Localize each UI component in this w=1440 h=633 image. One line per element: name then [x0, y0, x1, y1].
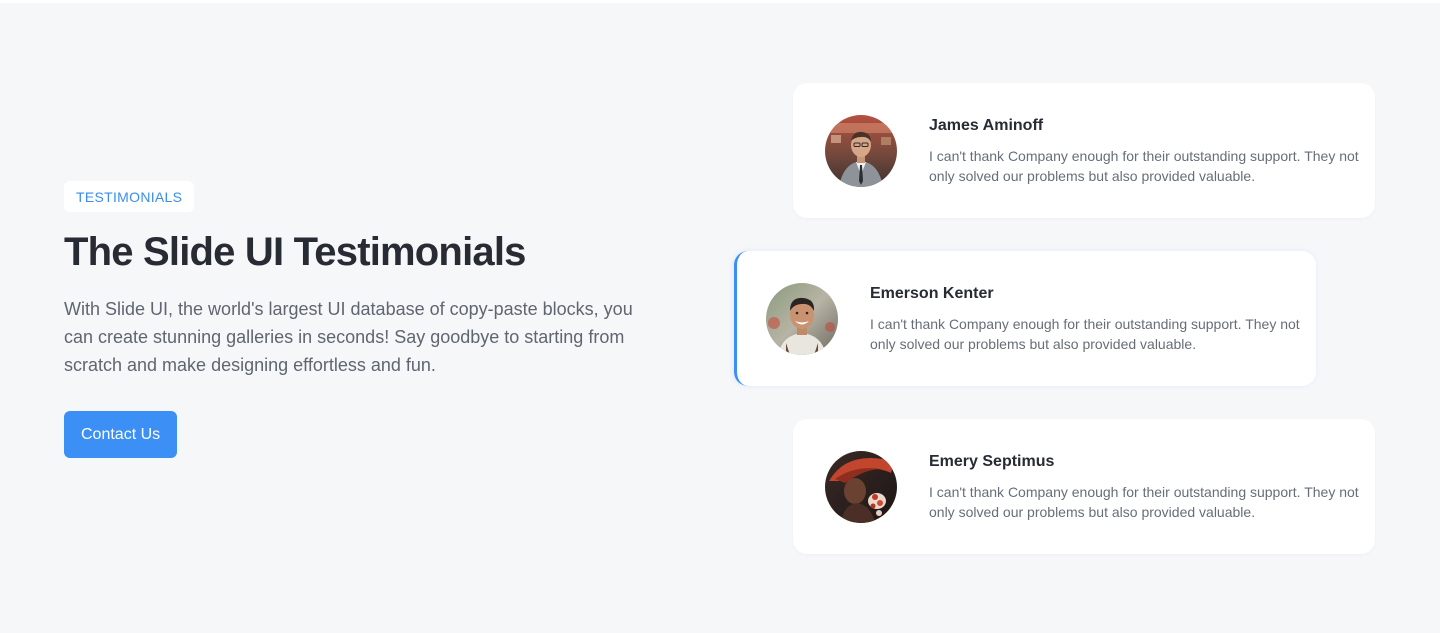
testimonial-card[interactable]: James Aminoff I can't thank Company enou…	[793, 83, 1375, 218]
page-title: The Slide UI Testimonials	[64, 230, 526, 274]
hero-description: With Slide UI, the world's largest UI da…	[64, 299, 633, 375]
avatar	[825, 451, 897, 523]
testimonial-name: Emerson Kenter	[870, 285, 994, 302]
testimonial-quote: I can't thank Company enough for their o…	[929, 148, 1359, 184]
testimonial-quote: I can't thank Company enough for their o…	[929, 484, 1359, 520]
avatar	[825, 115, 897, 187]
testimonial-card-active[interactable]: Emerson Kenter I can't thank Company eno…	[734, 251, 1316, 386]
contact-us-button[interactable]: Contact Us	[64, 411, 178, 458]
avatar	[766, 283, 838, 355]
section-badge: TESTIMONIALS	[64, 181, 195, 212]
hero-content: TESTIMONIALS The Slide UI Testimonials W…	[64, 181, 684, 458]
testimonials-section: TESTIMONIALS The Slide UI Testimonials W…	[0, 0, 1440, 633]
testimonial-card[interactable]: Emery Septimus I can't thank Company eno…	[793, 419, 1375, 554]
testimonial-name: James Aminoff	[929, 117, 1044, 134]
testimonial-name: Emery Septimus	[929, 453, 1055, 470]
testimonial-quote: I can't thank Company enough for their o…	[870, 316, 1300, 352]
